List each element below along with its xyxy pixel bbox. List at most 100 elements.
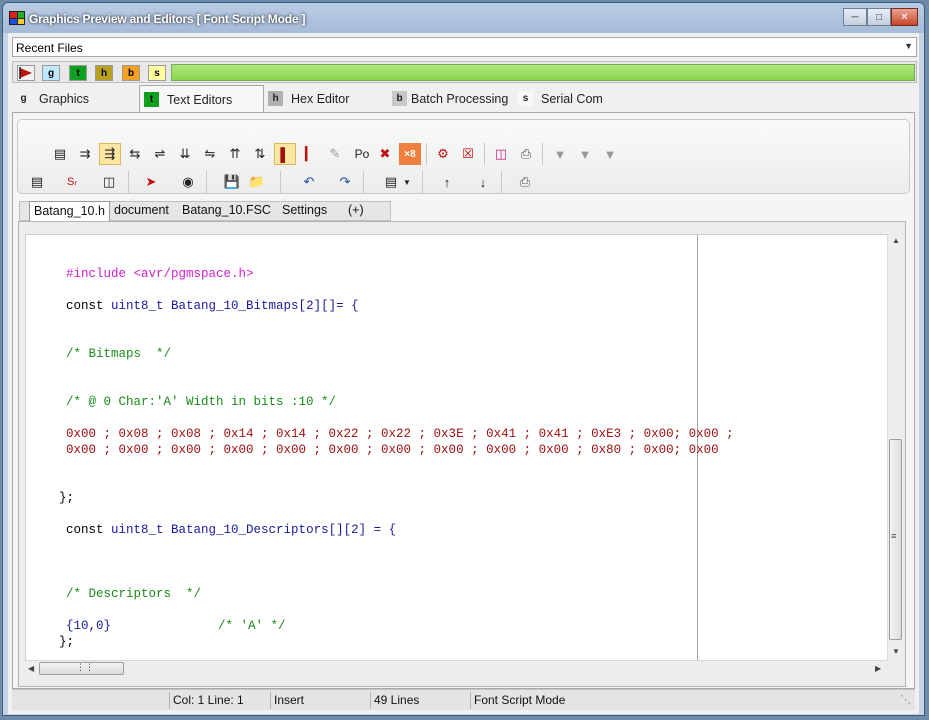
columns-icon[interactable]: ◫ (98, 171, 120, 193)
comment-icon: ▼ (553, 146, 567, 162)
sort-down-icon[interactable]: ↓ (472, 171, 494, 193)
menu-icon[interactable]: ▤ (26, 171, 48, 193)
editor-frame: #include <avr/pgmspace.h> const uint8_t … (18, 221, 906, 687)
doc-tab-document[interactable]: document (114, 201, 169, 221)
code-editor[interactable]: #include <avr/pgmspace.h> const uint8_t … (25, 234, 887, 660)
comment-icon: ▼ (578, 146, 592, 162)
shortcut-hex[interactable]: h (95, 65, 113, 81)
arrows-up-icon[interactable]: ⇈ (224, 143, 246, 165)
flag-icon[interactable] (17, 65, 35, 81)
code-line: }; (59, 491, 75, 505)
doc-tab-batang-fsc[interactable]: Batang_10.FSC (182, 201, 271, 221)
vertical-scrollbar[interactable]: ▲ ≡ ▼ (887, 234, 903, 660)
code-line: {10,0} (66, 619, 112, 633)
keyword: const (66, 299, 104, 313)
toolbar-separator (363, 171, 364, 193)
code-line: /* @ 0 Char:'A' Width in bits :10 */ (66, 395, 337, 409)
times-eight-button[interactable]: ×8 (399, 143, 421, 165)
toolbar-separator (206, 171, 207, 193)
toolbar-separator (426, 143, 427, 165)
grip-icon: ≡ (891, 531, 897, 541)
po-button[interactable]: Po (349, 143, 375, 165)
toolbar-separator (128, 171, 129, 193)
shortcut-text[interactable]: t (69, 65, 87, 81)
declaration: uint8_t Batang_10_Descriptors[][2] = { (111, 523, 397, 537)
sort-up-icon[interactable]: ↑ (436, 171, 458, 193)
save-icon[interactable]: 💾 (221, 171, 243, 193)
bar-chart-icon[interactable]: ▌ (274, 143, 296, 165)
scroll-left-icon[interactable]: ◀ (28, 664, 34, 673)
batch-tab-icon: b (392, 91, 407, 106)
tab-serial-com[interactable]: s Serial Com (518, 85, 643, 112)
hex-tab-icon: h (268, 91, 283, 106)
horizontal-scrollbar[interactable]: ◀ ⋮⋮ ▶ (25, 660, 887, 676)
import-icon[interactable]: ➤ (140, 171, 162, 193)
tab-hex-editor[interactable]: h Hex Editor (266, 85, 391, 112)
arrows-down-icon[interactable]: ⇊ (174, 143, 196, 165)
scroll-up-icon[interactable]: ▲ (892, 236, 900, 245)
tab-graphics-label: Graphics (39, 91, 90, 106)
search-replace-icon[interactable]: Sᵣ (61, 171, 83, 193)
scroll-down-icon[interactable]: ▼ (892, 647, 900, 656)
binoculars-icon[interactable]: ◉ (177, 171, 199, 193)
tab-text-editors[interactable]: t Text Editors (139, 85, 264, 113)
doc-tab-settings[interactable]: Settings (282, 201, 327, 221)
recent-files-label: Recent Files (16, 41, 83, 55)
doc-tab-batang-h[interactable]: Batang_10.h (29, 201, 110, 221)
toolbar-separator (484, 143, 485, 165)
chevron-down-icon[interactable]: ▼ (400, 171, 414, 193)
indent-right-icon[interactable]: ⇉ (74, 143, 96, 165)
declaration: uint8_t Batang_10_Bitmaps[2][]= { (111, 299, 359, 313)
recent-files-dropdown[interactable]: Recent Files ▼ (12, 37, 917, 57)
shortcut-batch[interactable]: b (122, 65, 140, 81)
eraser-icon[interactable]: ◫ (490, 143, 512, 165)
delete-icon[interactable]: ✖ (374, 143, 396, 165)
tab-graphics[interactable]: g Graphics (16, 85, 141, 112)
doc-tab-add[interactable]: (+) (348, 201, 364, 221)
swap-left-icon[interactable]: ⇆ (124, 143, 146, 165)
shortcut-graphics[interactable]: g (42, 65, 60, 81)
undo-icon[interactable]: ↶ (298, 171, 320, 193)
close-button[interactable]: ✕ (891, 8, 918, 26)
text-editor-panel: ▤ ⇉ ⇶ ⇆ ⇌ ⇊ ⇋ ⇈ ⇅ ▌ ▎ ✎ Po ✖ ×8 ⚙ ☒ ◫ ⎙ … (12, 112, 915, 689)
swap-down-icon[interactable]: ⇶ (99, 143, 121, 165)
cross-swap-icon[interactable]: ⇌ (149, 143, 171, 165)
code-line: const uint8_t Batang_10_Bitmaps[2][]= { (66, 298, 359, 314)
shortcut-serial[interactable]: s (148, 65, 166, 81)
maximize-button[interactable]: □ (867, 8, 891, 26)
tab-serial-com-label: Serial Com (541, 91, 603, 106)
main-tabs: g Graphics t Text Editors h Hex Editor b… (8, 85, 919, 113)
toolbar-separator (422, 171, 423, 193)
title-bar[interactable]: Graphics Preview and Editors [ Font Scri… (3, 3, 924, 33)
arrows-cross-icon[interactable]: ⇋ (199, 143, 221, 165)
code-line: #include <avr/pgmspace.h> (66, 267, 254, 281)
new-list-icon[interactable]: ▤ (49, 143, 71, 165)
status-bar: Col: 1 Line: 1 Insert 49 Lines Font Scri… (12, 689, 915, 710)
comment-icon: ▼ (603, 146, 617, 162)
tab-batch-processing[interactable]: b Batch Processing (392, 85, 517, 112)
code-line: 0x00 ; 0x08 ; 0x08 ; 0x14 ; 0x14 ; 0x22 … (66, 427, 734, 441)
small-bar-icon[interactable]: ▎ (299, 143, 321, 165)
graphics-tab-icon: g (16, 91, 31, 106)
serial-tab-icon: s (518, 91, 533, 106)
rotate-arrows-icon[interactable]: ⇅ (249, 143, 271, 165)
scroll-right-icon[interactable]: ▶ (875, 664, 881, 673)
close-frame-icon[interactable]: ☒ (457, 143, 479, 165)
text-tab-icon: t (144, 92, 159, 107)
format-icon[interactable]: ▤ (380, 171, 402, 193)
toolbar-ribbon: ▤ ⇉ ⇶ ⇆ ⇌ ⇊ ⇋ ⇈ ⇅ ▌ ▎ ✎ Po ✖ ×8 ⚙ ☒ ◫ ⎙ … (17, 119, 910, 194)
print-icon[interactable]: ⎙ (515, 143, 537, 165)
client-area: Recent Files ▼ g t h b s g Graphics t Te… (8, 33, 919, 714)
status-script-mode: Font Script Mode (470, 692, 620, 709)
gear-icon[interactable]: ⚙ (432, 143, 454, 165)
app-window: Graphics Preview and Editors [ Font Scri… (2, 2, 925, 716)
redo-icon[interactable]: ↷ (334, 171, 356, 193)
window-title: Graphics Preview and Editors [ Font Scri… (29, 12, 306, 26)
app-icon (9, 11, 25, 25)
minimize-button[interactable]: ─ (843, 8, 867, 26)
code-line: 0x00 ; 0x00 ; 0x00 ; 0x00 ; 0x00 ; 0x00 … (66, 443, 719, 457)
code-content: #include <avr/pgmspace.h> const uint8_t … (26, 235, 734, 649)
open-folder-icon[interactable]: 📁 (246, 171, 268, 193)
resize-grip-icon[interactable]: ⋱ (900, 693, 911, 706)
print-icon[interactable]: ⎙ (514, 171, 536, 193)
